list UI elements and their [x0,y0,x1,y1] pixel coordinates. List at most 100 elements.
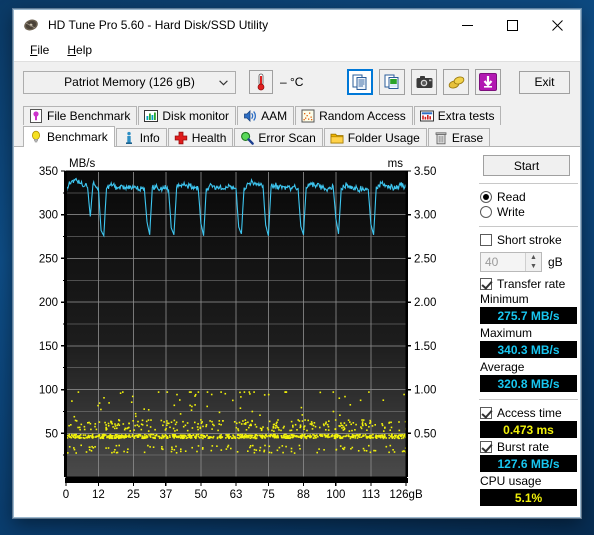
menu-bar: File Help [14,40,580,61]
coins-icon [448,75,465,89]
drive-select[interactable]: Patriot Memory (126 gB) [23,70,236,94]
drive-select-value: Patriot Memory (126 gB) [64,75,195,89]
chevron-down-icon [219,75,228,89]
copy-text-icon [352,74,367,90]
harddisk-icon [24,19,38,31]
tab-folder-usage[interactable]: Folder Usage [323,128,427,147]
minimize-button[interactable] [445,10,490,40]
stepper-up-icon[interactable]: ▲ [526,253,541,262]
info-icon [125,131,132,144]
tab-random-access[interactable]: Random Access [295,106,413,125]
download-button[interactable] [475,69,502,95]
checkbox-burst-rate-label: Burst rate [497,440,550,454]
tab-file-benchmark-label: File Benchmark [47,109,131,123]
stepper-down-icon[interactable]: ▼ [526,262,541,271]
minimum-value: 275.7 MB/s [480,307,577,324]
tab-aam-label: AAM [261,109,288,123]
checkbox-access-time-label: Access time [497,406,562,420]
radio-read[interactable]: Read [480,190,580,204]
disk-monitor-icon [144,110,159,122]
average-label: Average [480,360,525,374]
stepper-arrows[interactable]: ▲ ▼ [525,253,541,271]
cpu-usage-label: CPU usage [480,474,542,488]
menu-file[interactable]: File [21,41,58,60]
tab-benchmark[interactable]: Benchmark [23,126,115,147]
toolbar: Patriot Memory (126 gB) – °C Exit [14,61,580,102]
tab-folder-usage-label: Folder Usage [347,131,420,145]
thermometer-icon [257,73,265,91]
checkbox-short-stroke[interactable]: Short stroke [480,233,580,247]
tab-benchmark-label: Benchmark [47,130,108,144]
benchmark-content: 50 100 150 200 250 300 350 MB/s 0.50 1.00 1.50 2.00… [14,146,580,517]
svg-text:300: 300 [39,210,58,222]
benchmark-chart-svg: 50100150200250300350MB/s0.501.001.502.00… [39,158,437,501]
short-stroke-stepper[interactable]: 40 ▲ ▼ [480,252,542,272]
close-button[interactable] [535,10,580,40]
tab-row-1: File Benchmark Disk monitor AAM Random A… [14,105,580,125]
divider-3 [479,399,578,400]
lightbulb-icon [32,130,40,143]
menu-help[interactable]: Help [58,41,101,60]
tab-error-scan-label: Error Scan [258,131,316,145]
copy-image-button[interactable] [379,69,406,95]
benchmark-chart: 50 100 150 200 250 300 350 MB/s 0.50 1.00 1.50 2.00… [14,153,474,503]
radio-write-indicator [480,206,492,218]
tab-health[interactable]: Health [167,128,234,147]
window-title: HD Tune Pro 5.60 - Hard Disk/SSD Utility [48,18,269,32]
coins-button[interactable] [443,69,470,95]
svg-text:50: 50 [45,428,58,440]
radio-write[interactable]: Write [480,205,580,219]
tab-disk-monitor[interactable]: Disk monitor [138,106,237,125]
checkbox-transfer-rate-label: Transfer rate [497,277,566,291]
average-value: 320.8 MB/s [480,375,577,392]
svg-text:250: 250 [39,253,58,265]
radio-write-label: Write [497,205,525,219]
benchmark-options-panel: Start Read Write Short stroke 40 ▲ ▼ gB … [473,153,580,508]
screenshot-button[interactable] [411,69,438,95]
checkbox-transfer-rate-indicator [480,278,492,290]
svg-text:150: 150 [39,341,58,353]
svg-text:100: 100 [326,489,345,501]
speaker-icon [244,110,256,122]
maximize-button[interactable] [490,10,535,40]
health-cross-icon [174,131,187,145]
checkbox-transfer-rate[interactable]: Transfer rate [480,277,580,291]
tab-area: File Benchmark Disk monitor AAM Random A… [14,102,580,147]
divider-2 [479,226,578,227]
tab-file-benchmark[interactable]: File Benchmark [23,106,138,125]
burst-rate-value: 127.6 MB/s [480,455,577,472]
title-bar: HD Tune Pro 5.60 - Hard Disk/SSD Utility [14,10,580,40]
checkbox-short-stroke-label: Short stroke [497,233,562,247]
tab-info[interactable]: Info [115,128,167,147]
tab-erase-label: Erase [451,131,484,145]
tab-info-label: Info [139,131,160,145]
copy-text-button[interactable] [347,69,374,95]
tab-extra-tests[interactable]: Extra tests [413,106,502,125]
short-stroke-value: 40 [485,255,499,269]
cpu-usage-value: 5.1% [480,489,577,506]
menu-help-rest: elp [76,43,93,57]
checkbox-burst-rate[interactable]: Burst rate [480,440,580,454]
svg-text:200: 200 [39,297,58,309]
tab-erase[interactable]: Erase [427,128,491,147]
svg-text:0.50: 0.50 [414,428,436,440]
svg-text:75: 75 [262,489,275,501]
start-button[interactable]: Start [483,155,570,176]
svg-text:ms: ms [388,158,404,170]
tab-aam[interactable]: AAM [237,106,295,125]
start-button-label: Start [513,158,540,173]
temperature-readout: – °C [280,75,304,89]
tab-error-scan[interactable]: Error Scan [234,128,323,147]
download-arrow-icon [479,73,498,91]
toolbar-buttons [341,69,502,95]
temperature-button[interactable] [249,70,273,94]
exit-button[interactable]: Exit [519,70,570,94]
exit-button-label: Exit [534,75,555,89]
checkbox-access-time[interactable]: Access time [480,406,580,420]
tab-random-access-label: Random Access [319,109,406,123]
copy-image-icon [384,74,399,89]
extra-tests-icon [419,110,434,122]
svg-text:126gB: 126gB [389,489,423,501]
divider-1 [479,183,578,184]
svg-text:0: 0 [63,489,69,501]
